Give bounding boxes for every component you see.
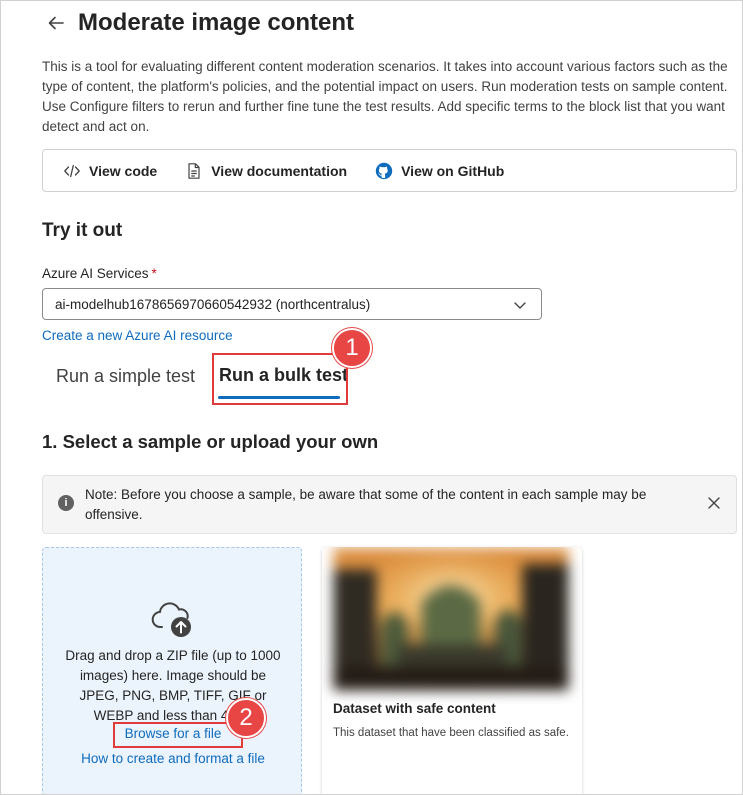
azure-ai-services-dropdown[interactable]: ai-modelhub1678656970660542932 (northcen… (42, 288, 542, 320)
github-icon (375, 162, 393, 180)
view-github-label: View on GitHub (401, 162, 505, 179)
step-callout-1: 1 (332, 328, 372, 368)
close-icon[interactable] (706, 495, 722, 511)
selected-service-value: ai-modelhub1678656970660542932 (northcen… (55, 296, 371, 312)
view-documentation-label: View documentation (211, 162, 348, 179)
arrow-left-icon[interactable] (46, 12, 68, 34)
tab-run-simple-test[interactable]: Run a simple test (56, 366, 195, 387)
cloud-upload-icon (150, 600, 196, 640)
bulk-test-highlight (212, 353, 348, 405)
azure-ai-services-label: Azure AI Services * (42, 266, 157, 281)
azure-ai-services-label-text: Azure AI Services (42, 266, 149, 281)
dataset-card-title: Dataset with safe content (333, 701, 496, 716)
dataset-thumbnail (333, 547, 569, 691)
view-github-link[interactable]: View on GitHub (375, 162, 504, 180)
info-icon: i (58, 495, 74, 511)
page-header: Moderate image content (46, 9, 354, 37)
step-callout-2: 2 (226, 698, 266, 738)
required-mark: * (151, 266, 157, 281)
step-1-heading: 1. Select a sample or upload your own (42, 431, 379, 452)
content-warning-text: Note: Before you choose a sample, be awa… (85, 487, 647, 522)
view-documentation-link[interactable]: View documentation (185, 162, 347, 180)
code-icon (63, 162, 81, 180)
view-code-label: View code (89, 162, 158, 179)
try-it-out-heading: Try it out (42, 220, 123, 241)
browse-highlight (113, 722, 243, 748)
page-title: Moderate image content (78, 9, 355, 36)
dataset-card-safe[interactable]: Dataset with safe content This dataset t… (322, 547, 582, 794)
resource-links-bar: View code View documentation View on Git… (42, 149, 737, 192)
document-icon (185, 162, 203, 180)
file-upload-dropzone[interactable]: Drag and drop a ZIP file (up to 1000 ima… (42, 547, 303, 794)
view-code-link[interactable]: View code (63, 162, 157, 180)
dataset-card-description: This dataset that have been classified a… (333, 727, 569, 739)
app-frame: Moderate image content This is a tool fo… (0, 0, 743, 795)
chevron-down-icon (513, 298, 527, 312)
content-warning-banner: i Note: Before you choose a sample, be a… (42, 475, 737, 534)
create-azure-ai-resource-link[interactable]: Create a new Azure AI resource (42, 328, 233, 343)
how-to-format-file-link[interactable]: How to create and format a file (43, 751, 303, 766)
page-description: This is a tool for evaluating different … (42, 59, 728, 134)
